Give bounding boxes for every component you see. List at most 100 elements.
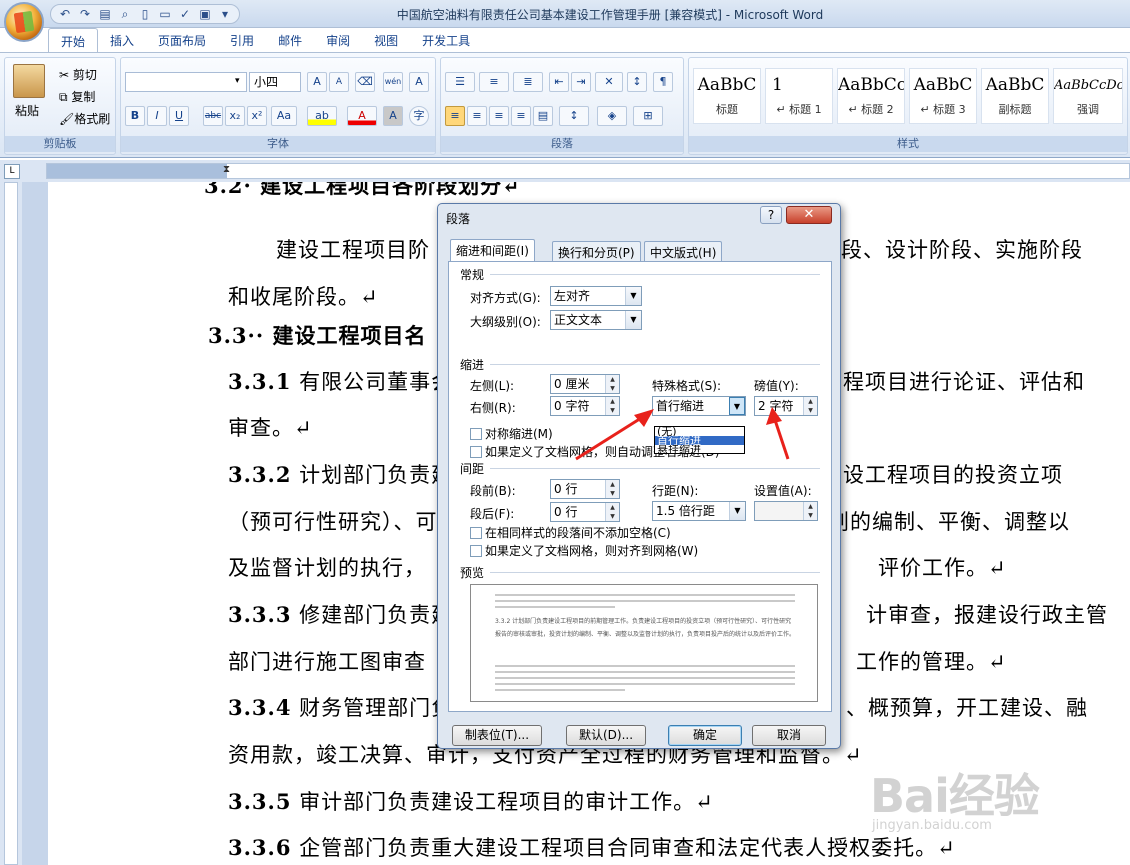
style-subtitle[interactable]: AaBbC 副标题 [981, 68, 1049, 124]
space-after-input[interactable]: 0 行 ▲ ▼ [550, 502, 620, 522]
option-first-line[interactable]: 首行缩进 [655, 436, 744, 445]
multilevel-list-icon[interactable]: ≣ [513, 72, 543, 92]
underline-button[interactable]: U [169, 106, 189, 126]
spinner-icon[interactable]: ▲ ▼ [605, 375, 619, 393]
tab-selector-icon[interactable]: L [4, 164, 20, 179]
horizontal-ruler[interactable]: ⧗ [46, 163, 1130, 179]
cut-button[interactable]: ✂ 剪切 [59, 66, 97, 83]
bold-button[interactable]: B [125, 106, 145, 126]
distributed-icon[interactable]: ▤ [533, 106, 553, 126]
tab-view[interactable]: 视图 [362, 28, 410, 52]
char-shading-icon[interactable]: A [383, 106, 403, 126]
shrink-font-button[interactable]: A [329, 72, 349, 92]
align-center-icon[interactable]: ≡ [467, 106, 487, 126]
font-size-combo[interactable]: 小四 [249, 72, 301, 92]
at-input[interactable]: ▲ ▼ [754, 501, 818, 521]
left-indent-input[interactable]: 0 厘米 ▲ ▼ [550, 374, 620, 394]
print-icon[interactable]: ▤ [97, 6, 113, 22]
office-button[interactable] [4, 2, 44, 42]
increase-indent-icon[interactable]: ⇥ [571, 72, 591, 92]
style-title[interactable]: AaBbC 标题 [693, 68, 761, 124]
indent-marker-icon[interactable]: ⧗ [223, 164, 230, 175]
close-button[interactable]: ✕ [786, 206, 832, 224]
default-button[interactable]: 默认(D)... [566, 725, 646, 746]
preview-line [495, 594, 795, 596]
grow-font-button[interactable]: A [307, 72, 327, 92]
subscript-button[interactable]: x₂ [225, 106, 245, 126]
tab-mailings[interactable]: 邮件 [266, 28, 314, 52]
line-spacing-select[interactable]: 1.5 倍行距 ▼ [652, 501, 746, 521]
shading-icon[interactable]: ◈ [597, 106, 627, 126]
borders-icon[interactable]: ⊞ [633, 106, 663, 126]
chinese-layout-icon[interactable]: ✕ [595, 72, 623, 92]
tab-page-layout[interactable]: 页面布局 [146, 28, 218, 52]
numbering-icon[interactable]: ≡ [479, 72, 509, 92]
para-3-2-right: 段、设计阶段、实施阶段 [841, 238, 1083, 262]
align-right-icon[interactable]: ≡ [489, 106, 509, 126]
tabs-button[interactable]: 制表位(T)... [452, 725, 542, 746]
font-name-chevron-icon[interactable]: ▾ [235, 76, 240, 86]
line-spacing-icon[interactable]: ↕ [559, 106, 589, 126]
highlight-icon[interactable]: ab [307, 106, 337, 126]
redo-icon[interactable]: ↷ [77, 6, 93, 22]
cancel-button[interactable]: 取消 [752, 725, 826, 746]
style-heading-3[interactable]: AaBbC ↵ 标题 3 [909, 68, 977, 124]
paste-icon[interactable] [13, 64, 45, 98]
style-emphasis[interactable]: AaBbCcDc 强调 [1053, 68, 1123, 124]
general-section-title: 常规 [460, 268, 485, 282]
option-none[interactable]: (无) [655, 427, 744, 436]
spinner-icon[interactable]: ▲ ▼ [605, 480, 619, 498]
style-heading-2[interactable]: AaBbCc ↵ 标题 2 [837, 68, 905, 124]
char-border-button[interactable]: A [409, 72, 429, 92]
new-icon[interactable]: ▯ [137, 6, 153, 22]
strikethrough-button[interactable]: abc [203, 106, 223, 126]
tab-references[interactable]: 引用 [218, 28, 266, 52]
superscript-button[interactable]: x² [247, 106, 267, 126]
save-icon[interactable]: ▣ [197, 6, 213, 22]
show-marks-icon[interactable]: ¶ [653, 72, 673, 92]
font-name-combo[interactable] [125, 72, 247, 92]
tab-home[interactable]: 开始 [48, 28, 99, 52]
help-button[interactable]: ? [760, 206, 782, 224]
enclose-char-icon[interactable]: 字 [409, 106, 429, 126]
decrease-indent-icon[interactable]: ⇤ [549, 72, 569, 92]
style-heading-1[interactable]: 1 ↵ 标题 1 [765, 68, 833, 124]
special-format-dropdown-list[interactable]: (无) 首行缩进 悬挂缩进 [654, 426, 745, 454]
open-icon[interactable]: ▭ [157, 6, 173, 22]
tab-line-page-breaks[interactable]: 换行和分页(P) [552, 241, 641, 261]
vertical-ruler[interactable] [0, 182, 22, 865]
phonetic-guide-button[interactable]: wén [383, 72, 403, 92]
font-color-icon[interactable]: A [347, 106, 377, 126]
justify-icon[interactable]: ≡ [511, 106, 531, 126]
copy-button[interactable]: ⧉ 复制 [59, 88, 95, 105]
option-hanging[interactable]: 悬挂缩进 [655, 445, 744, 454]
paste-button[interactable]: 粘贴 [15, 102, 39, 119]
space-before-input[interactable]: 0 行 ▲ ▼ [550, 479, 620, 499]
tab-review[interactable]: 审阅 [314, 28, 362, 52]
tab-indents-spacing[interactable]: 缩进和间距(I) [450, 239, 535, 262]
spell-icon[interactable]: ✓ [177, 6, 193, 22]
mirror-indents-checkbox[interactable]: 对称缩进(M) [470, 425, 553, 442]
change-case-button[interactable]: Aa [271, 106, 297, 126]
align-left-icon[interactable]: ≡ [445, 106, 465, 126]
snap-to-grid-checkbox[interactable]: 如果定义了文档网格，则对齐到网格(W) [470, 542, 698, 559]
spinner-icon[interactable]: ▲ ▼ [803, 502, 817, 520]
sort-icon[interactable]: ↕ [627, 72, 647, 92]
no-space-checkbox[interactable]: 在相同样式的段落间不添加空格(C) [470, 524, 671, 541]
tab-asian-typography[interactable]: 中文版式(H) [644, 241, 723, 261]
spinner-icon[interactable]: ▲ ▼ [803, 397, 817, 415]
bullets-icon[interactable]: ☰ [445, 72, 475, 92]
special-format-select[interactable]: 首行缩进 ▼ [652, 396, 746, 416]
undo-icon[interactable]: ↶ [57, 6, 73, 22]
qat-dropdown-icon[interactable]: ▾ [217, 6, 233, 22]
tab-developer[interactable]: 开发工具 [410, 28, 482, 52]
italic-button[interactable]: I [147, 106, 167, 126]
spinner-icon[interactable]: ▲ ▼ [605, 503, 619, 521]
tab-insert[interactable]: 插入 [98, 28, 146, 52]
preview-icon[interactable]: ⌕ [117, 6, 133, 22]
clear-format-icon[interactable]: ⌫ [355, 72, 375, 92]
alignment-select[interactable]: 左对齐 ▼ [550, 286, 642, 306]
ok-button[interactable]: 确定 [668, 725, 742, 746]
format-painter-button[interactable]: 🖌格式刷 [59, 110, 110, 127]
outline-level-select[interactable]: 正文文本 ▼ [550, 310, 642, 330]
